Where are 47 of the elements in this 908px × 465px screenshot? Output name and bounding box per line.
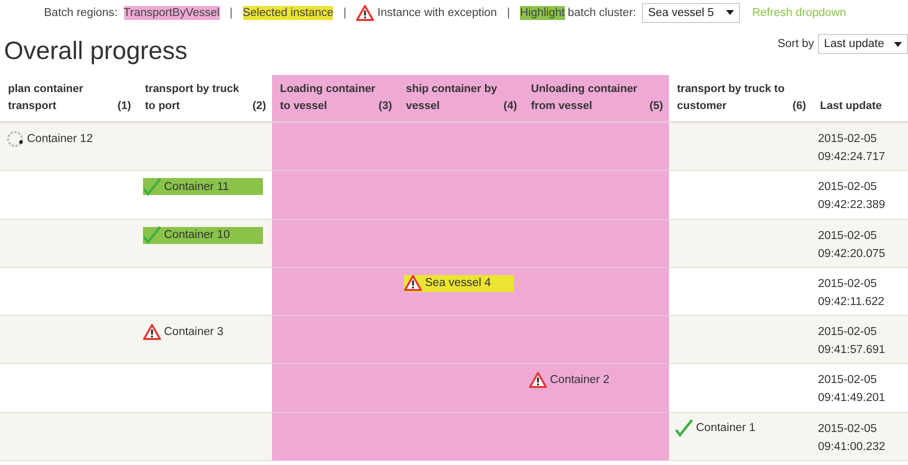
update-time: 09:41:57.691 [818,343,886,358]
update-time: 09:42:20.075 [818,246,886,262]
region-column-header: Unloading container from vessel (5) [523,75,669,123]
instance-tag[interactable]: Container 3 [143,323,228,340]
warning-icon [143,324,161,340]
update-time: 09:42:22.389 [818,198,886,214]
caret-icon [894,42,902,46]
update-date: 2015-02-05 [818,276,878,292]
exception-legend: Instance with exception [377,6,497,18]
instance-tag[interactable]: Container 2 [529,371,614,388]
cluster-dropdown[interactable]: Sea vessel 5 [642,2,740,22]
region-column-header: ship container by vessel (4) [398,75,523,123]
spinner-icon [6,130,24,148]
warning-icon [356,4,374,20]
update-time: 09:42:11.622 [818,294,886,310]
region-legend: TransportByVessel [124,6,220,20]
warning-icon [404,275,422,292]
legend-label: Batch regions: [44,6,118,18]
cluster-label: batch cluster: [568,6,636,18]
page-title: Overall progress [4,36,188,66]
update-date: 2015-02-05 [818,325,878,340]
update-date: 2015-02-05 [818,422,878,437]
instance-tag[interactable]: Container 12 [6,130,97,147]
checkmark-icon [143,226,161,244]
update-time: 09:41:00.232 [818,440,886,455]
update-time: 09:41:49.201 [818,391,886,406]
instance-tag[interactable]: Container 1 [675,420,760,437]
update-date: 2015-02-05 [818,132,878,147]
region-column-header: Loading container to vessel (3) [272,75,398,123]
separator: | [343,6,346,18]
sort-label: Sort by [778,38,814,50]
instance-tag[interactable]: Sea vessel 4 [404,274,514,292]
instance-tag[interactable]: Container 10 [143,226,263,244]
warning-icon [529,372,547,388]
caret-icon [726,10,734,15]
update-time: 09:42:24.717 [818,150,886,165]
update-date: 2015-02-05 [818,180,878,196]
checkmark-icon [143,178,161,196]
instance-tag[interactable]: Container 11 [143,178,263,196]
separator: | [230,6,233,18]
separator: | [506,6,510,18]
checkmark-icon [675,419,693,438]
update-date: 2015-02-05 [818,373,878,388]
sort-dropdown[interactable]: Last update [818,34,908,54]
update-date: 2015-02-05 [818,228,878,244]
highlight-legend: Highlight [520,6,565,20]
selected-legend: Selected instance [242,6,334,20]
